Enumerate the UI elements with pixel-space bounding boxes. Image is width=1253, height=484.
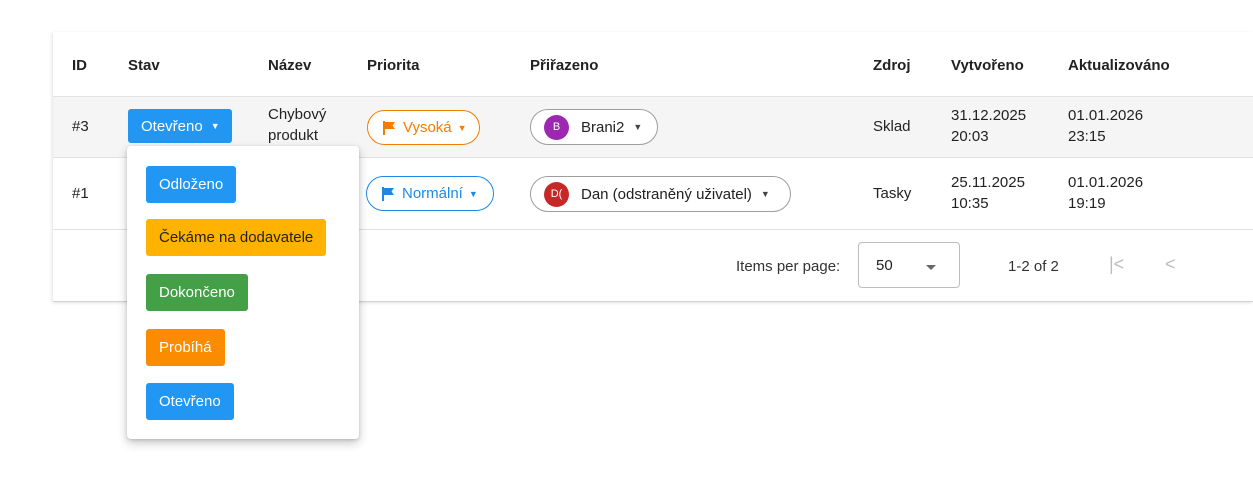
updated-at: 01.01.2026 19:19	[1068, 172, 1143, 214]
assignee-name: Dan (odstraněný uživatel)	[581, 185, 752, 203]
status-option-probiha[interactable]: Probíhá	[146, 329, 225, 366]
items-per-page-label: Items per page:	[736, 258, 841, 275]
dropdown-arrow-icon	[926, 265, 936, 270]
table-header: ID Stav Název Priorita Přiřazeno Zdroj V…	[53, 32, 1253, 97]
status-menu: Odloženo Čekáme na dodavatele Dokončeno …	[127, 146, 359, 439]
caret-down-icon: ▼	[210, 121, 220, 131]
status-option-otevreno[interactable]: Otevřeno	[146, 383, 234, 420]
flag-icon	[383, 120, 395, 135]
page-range: 1-2 of 2	[1008, 258, 1059, 275]
ticket-name-line: Chybový	[268, 106, 327, 123]
updated-time: 19:19	[1068, 195, 1106, 212]
created-at: 31.12.2025 20:03	[951, 105, 1026, 147]
header-name[interactable]: Název	[268, 57, 311, 74]
status-label: Otevřeno	[141, 117, 203, 135]
flag-icon	[382, 186, 394, 201]
created-date: 25.11.2025	[951, 174, 1025, 191]
priority-chip[interactable]: Normální ▼	[366, 176, 494, 211]
assignee-name: Brani2	[581, 118, 625, 136]
updated-at: 01.01.2026 23:15	[1068, 105, 1143, 147]
status-option-cekame-na-dodavatele[interactable]: Čekáme na dodavatele	[146, 219, 327, 256]
caret-down-icon: ▼	[633, 122, 643, 132]
assignee-chip[interactable]: B Brani2 ▼	[530, 109, 658, 145]
created-time: 20:03	[951, 128, 989, 145]
status-option-dokonceno[interactable]: Dokončeno	[146, 274, 248, 311]
first-page-icon[interactable]: |<	[1109, 254, 1124, 275]
created-at: 25.11.2025 10:35	[951, 172, 1025, 214]
assignee-chip[interactable]: D( Dan (odstraněný uživatel) ▼	[530, 176, 791, 212]
created-date: 31.12.2025	[951, 107, 1027, 124]
priority-label: Vysoká	[403, 119, 452, 136]
ticket-name[interactable]: Chybový produkt	[268, 104, 326, 146]
status-option-odlozeno[interactable]: Odloženo	[146, 166, 237, 203]
caret-down-icon: ▼	[760, 189, 770, 199]
header-updated[interactable]: Aktualizováno	[1068, 57, 1170, 74]
ticket-id: #3	[72, 118, 89, 135]
header-priority[interactable]: Priorita	[367, 57, 420, 74]
header-created[interactable]: Vytvořeno	[951, 57, 1024, 74]
updated-time: 23:15	[1068, 128, 1106, 145]
ticket-name-line: produkt	[268, 127, 319, 144]
page-size-select[interactable]: 50	[858, 242, 960, 288]
caret-down-icon: ▼	[468, 188, 478, 199]
ticket-source: Tasky	[873, 185, 912, 202]
prev-page-icon[interactable]: <	[1165, 254, 1176, 275]
ticket-id: #1	[72, 185, 89, 202]
header-source[interactable]: Zdroj	[873, 57, 911, 74]
avatar: B	[544, 114, 569, 140]
caret-down-icon: ▼	[457, 122, 467, 133]
ticket-source: Sklad	[873, 118, 911, 135]
page-size-value: 50	[876, 257, 893, 274]
updated-date: 01.01.2026	[1068, 107, 1144, 124]
updated-date: 01.01.2026	[1068, 174, 1144, 191]
header-id[interactable]: ID	[72, 57, 87, 74]
status-dropdown-button[interactable]: Otevřeno ▼	[128, 109, 232, 143]
priority-chip[interactable]: Vysoká ▼	[367, 110, 480, 145]
header-assigned[interactable]: Přiřazeno	[530, 57, 598, 74]
avatar: D(	[544, 181, 569, 207]
created-time: 10:35	[951, 195, 989, 212]
header-status[interactable]: Stav	[128, 57, 160, 74]
priority-label: Normální	[402, 185, 463, 202]
